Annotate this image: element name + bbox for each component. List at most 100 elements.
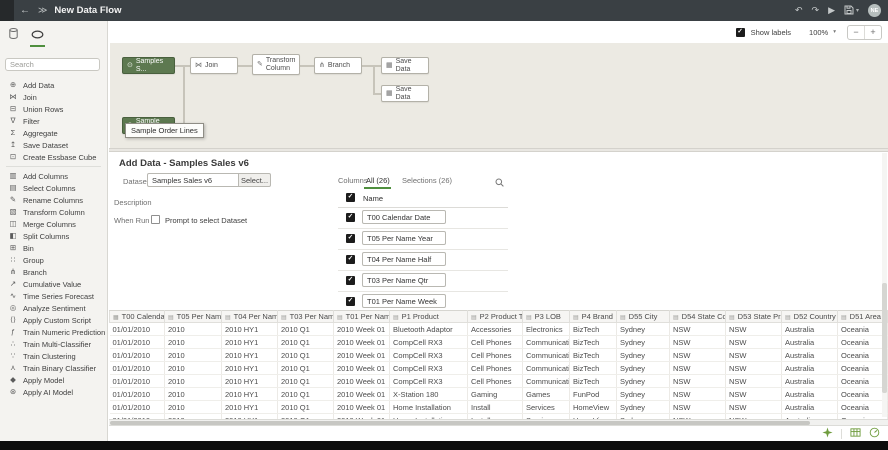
column-checkbox[interactable] [346,213,355,222]
select-dataset-button[interactable]: Select... [238,173,271,187]
sidebar-item-apply-ai-model[interactable]: ⊛Apply AI Model [0,386,107,398]
show-labels-checkbox[interactable] [736,28,745,37]
column-header-t01-per-nam[interactable]: ▤T01 Per Nam... [334,311,390,323]
table-cell: Install [468,401,523,414]
sidebar-item-rename-columns[interactable]: ✎Rename Columns [0,194,107,206]
column-checkbox[interactable] [346,297,355,306]
sidebar-item-select-columns[interactable]: ▤Select Columns [0,182,107,194]
save-menu-caret-icon[interactable]: ▾ [856,7,859,14]
sidebar-item-group[interactable]: ∷Group [0,254,107,266]
insights-spark-icon[interactable] [822,425,833,443]
column-header-t05-per-nam[interactable]: ▤T05 Per Nam... [165,311,222,323]
column-name-input[interactable] [362,252,446,266]
zoom-level-select[interactable]: 100% ▾ [809,28,836,37]
column-checkbox[interactable] [346,234,355,243]
horizontal-scrollbar-thumb[interactable] [110,421,810,425]
table-cell: 01/01/2010 [110,362,165,375]
table-cell: Sydney [617,349,670,362]
flow-node-transform-column[interactable]: ✎Transform Column [252,54,300,75]
horizontal-scrollbar[interactable] [109,419,888,426]
zoom-out-button[interactable]: − [848,26,865,39]
table-cell: Oceania [838,401,888,414]
train-binary-classifier-icon: ⋏ [8,364,18,372]
column-header-d54-state-code[interactable]: ▤D54 State Code [670,311,726,323]
flow-node-join[interactable]: ⋈Join [190,57,238,74]
flow-node-samples-s[interactable]: ⊙Samples S... [122,57,175,74]
column-header-d51-area[interactable]: ▤D51 Area [838,311,888,323]
redo-icon[interactable]: ↷ [812,6,820,15]
run-dataflow-icon[interactable]: ▶ [828,6,835,15]
column-header-d55-city[interactable]: ▤D55 City [617,311,670,323]
vertical-scrollbar[interactable] [882,153,887,417]
sidebar-item-transform-column[interactable]: ▧Transform Column [0,206,107,218]
table-cell: NSW [670,388,726,401]
table-cell: 01/01/2010 [110,388,165,401]
column-header-label: T01 Per Nam... [346,312,390,321]
sidebar-item-cumulative-value[interactable]: ↗Cumulative Value [0,278,107,290]
column-header-t03-per-nam[interactable]: ▤T03 Per Nam... [278,311,334,323]
undo-icon[interactable]: ↶ [795,6,803,15]
sidebar-item-train-multi-classifier[interactable]: ∴Train Multi-Classifier [0,338,107,350]
dataset-name-input[interactable] [147,173,239,187]
column-header-t04-per-nam[interactable]: ▤T04 Per Nam... [222,311,278,323]
sidebar-item-time-series-forecast[interactable]: ∿Time Series Forecast [0,290,107,302]
sidebar-item-branch[interactable]: ⋔Branch [0,266,107,278]
search-input[interactable] [5,58,100,71]
sidebar-item-split-columns[interactable]: ◧Split Columns [0,230,107,242]
back-icon[interactable]: ← [20,6,30,16]
table-cell: NSW [670,323,726,336]
sidebar-item-create-essbase-cube[interactable]: ⊡Create Essbase Cube [0,151,107,163]
avatar[interactable]: NE [868,4,881,17]
flow-node-branch[interactable]: ⋔Branch [314,57,362,74]
sidebar-item-union-rows[interactable]: ⊟Union Rows [0,103,107,115]
steps-panel-tab[interactable] [30,25,45,47]
save-icon[interactable] [844,5,854,17]
table-cell: Bluetooth Adaptor [390,323,468,336]
sidebar-item-apply-custom-script[interactable]: ⟨⟩Apply Custom Script [0,314,107,326]
train-clustering-icon: ∵ [8,352,18,360]
app-menu-block[interactable] [0,0,14,21]
select-all-columns-checkbox[interactable] [346,193,355,202]
data-panel-tab[interactable] [8,25,19,47]
sidebar-item-aggregate[interactable]: ΣAggregate [0,127,107,139]
column-header-t00-calendar[interactable]: ▦T00 Calendar ... [110,311,165,323]
column-checkbox[interactable] [346,255,355,264]
column-name-input[interactable] [362,210,446,224]
column-name-input[interactable] [362,273,446,287]
tab-all-columns[interactable]: All (26) [366,176,390,185]
sidebar-item-train-numeric-prediction[interactable]: ƒTrain Numeric Prediction [0,326,107,338]
column-header-p3-lob[interactable]: ▤P3 LOB [523,311,570,323]
quality-gauge-icon[interactable] [869,425,880,443]
zoom-in-button[interactable]: + [865,26,881,39]
sidebar-item-train-binary-classifier[interactable]: ⋏Train Binary Classifier [0,362,107,374]
vertical-scrollbar-thumb[interactable] [882,283,887,393]
prompt-dataset-checkbox[interactable] [151,215,160,224]
table-cell: Home Installation [390,401,468,414]
column-name-input[interactable] [362,231,446,245]
sidebar-item-filter[interactable]: ∇Filter [0,115,107,127]
sidebar-item-add-columns[interactable]: ▥Add Columns [0,170,107,182]
table-cell: NSW [670,349,726,362]
sidebar-item-train-clustering[interactable]: ∵Train Clustering [0,350,107,362]
attr-type-icon: ▤ [281,315,287,321]
column-header-d53-state-pr[interactable]: ▤D53 State Pr... [726,311,782,323]
flow-node-save-data[interactable]: ▦Save Data [381,57,429,74]
column-checkbox[interactable] [346,276,355,285]
column-header-d52-country[interactable]: ▤D52 Country ... [782,311,838,323]
sidebar-item-bin[interactable]: ⊞Bin [0,242,107,254]
table-view-icon[interactable] [850,425,861,443]
tab-selections[interactable]: Selections (26) [402,176,452,185]
search-columns-icon[interactable] [495,174,504,192]
column-header-p4-brand[interactable]: ▤P4 Brand [570,311,617,323]
sidebar-item-add-data[interactable]: ⊕Add Data [0,79,107,91]
column-name-input[interactable] [362,294,446,308]
flow-node-save-data[interactable]: ▦Save Data [381,85,429,102]
column-header-p2-product-t[interactable]: ▤P2 Product T... [468,311,523,323]
sidebar-item-save-dataset[interactable]: ↥Save Dataset [0,139,107,151]
sidebar-item-merge-columns[interactable]: ◫Merge Columns [0,218,107,230]
flow-canvas[interactable]: Sample Order Lines ⊙Samples S...⋈Join✎Tr… [110,43,888,148]
sidebar-item-analyze-sentiment[interactable]: ◎Analyze Sentiment [0,302,107,314]
sidebar-item-join[interactable]: ⋈Join [0,91,107,103]
column-header-p1-product[interactable]: ▤P1 Product [390,311,468,323]
sidebar-item-apply-model[interactable]: ◆Apply Model [0,374,107,386]
